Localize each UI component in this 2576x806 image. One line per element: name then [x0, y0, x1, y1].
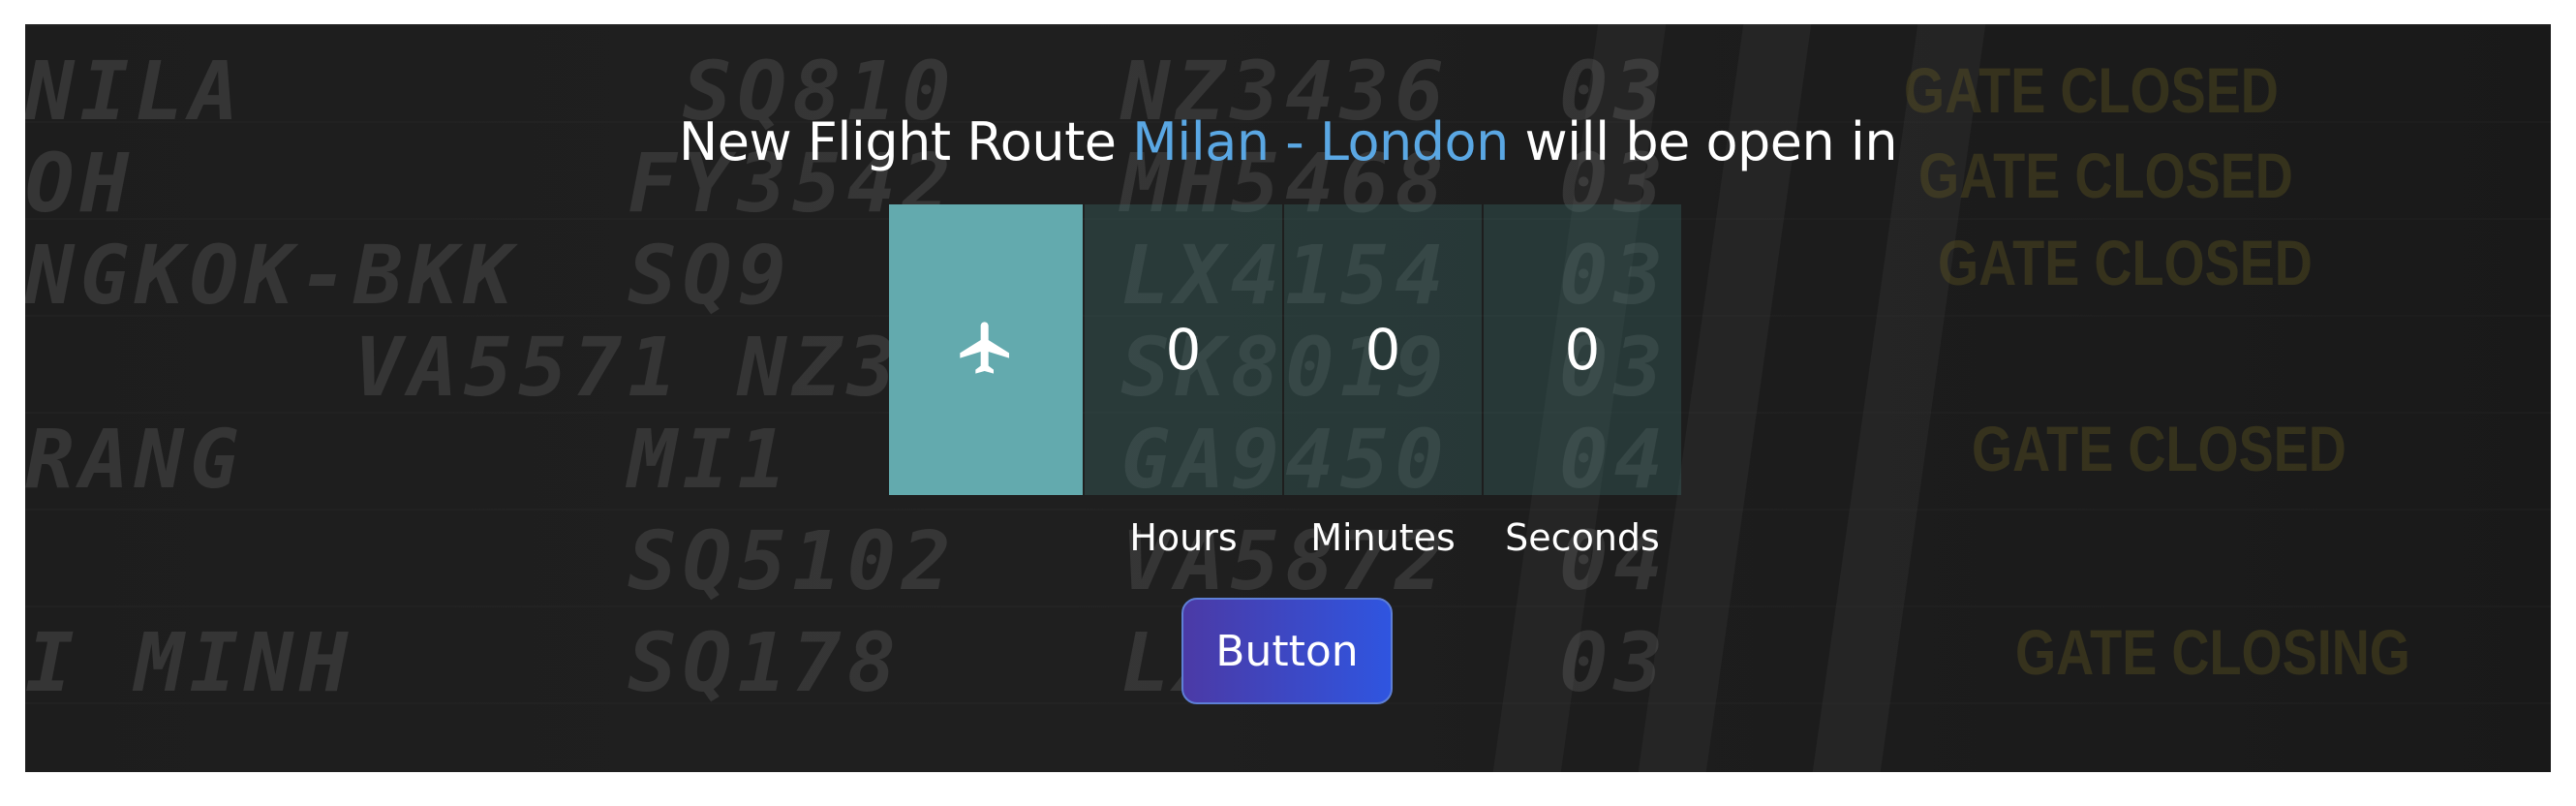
plane-tile	[889, 204, 1083, 495]
airplane-icon	[955, 317, 1017, 383]
hours-unit: 0 Hours	[1085, 204, 1282, 559]
countdown-timer: 0 Hours 0 Minutes 0 Seconds	[889, 204, 1681, 559]
seconds-unit: 0 Seconds	[1484, 204, 1681, 559]
countdown-headline: New Flight Route Milan - London will be …	[25, 111, 2551, 172]
minutes-value: 0	[1284, 204, 1482, 495]
seconds-label: Seconds	[1505, 516, 1660, 559]
hours-label: Hours	[1129, 516, 1238, 559]
hours-value: 0	[1085, 204, 1282, 495]
minutes-unit: 0 Minutes	[1284, 204, 1482, 559]
seconds-value: 0	[1484, 204, 1681, 495]
cta-button[interactable]: Button	[1181, 598, 1393, 704]
countdown-banner: NILA SQ810 NZ3436 03 OH FY3542 MH5468 03…	[25, 24, 2551, 772]
route-name: Milan - London	[1132, 111, 1509, 172]
headline-prefix: New Flight Route	[678, 111, 1133, 172]
headline-suffix: will be open in	[1508, 111, 1898, 172]
minutes-label: Minutes	[1310, 516, 1456, 559]
